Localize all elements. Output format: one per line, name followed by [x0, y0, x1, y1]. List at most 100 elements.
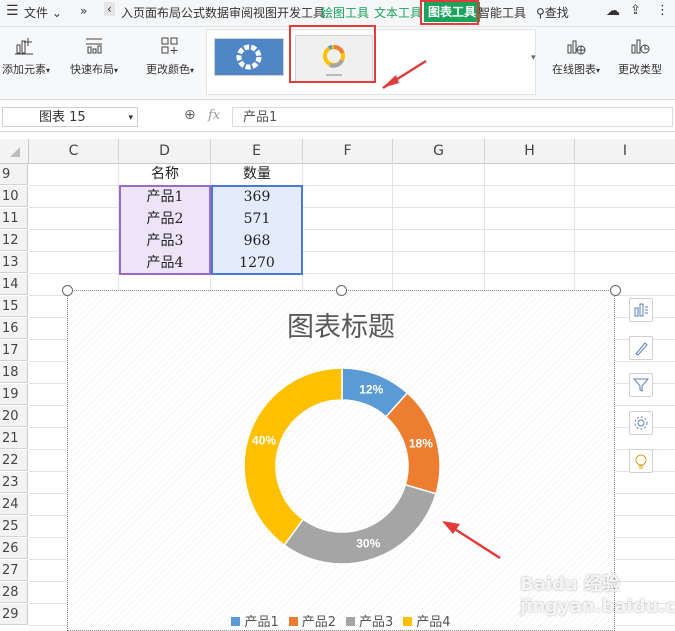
row-header[interactable]: 23	[0, 472, 28, 493]
row-header[interactable]: 11	[0, 208, 28, 229]
column-header-d[interactable]: D	[119, 139, 211, 164]
row-header[interactable]: 25	[0, 516, 28, 537]
quick-layout-button[interactable]: 快速布局▾	[64, 35, 124, 77]
table-cell[interactable]: 产品1	[119, 186, 211, 208]
search-button[interactable]: ⚲查找	[536, 4, 569, 21]
legend-item[interactable]: 产品2	[288, 615, 336, 630]
row-header[interactable]: 21	[0, 428, 28, 449]
chart-filter-button[interactable]	[629, 373, 653, 397]
legend-swatch	[346, 617, 355, 626]
legend-label: 产品1	[244, 615, 279, 630]
search-icon: ⚲	[536, 6, 545, 20]
hamburger-icon[interactable]: ☰	[6, 3, 19, 19]
resize-handle[interactable]	[62, 285, 73, 296]
more-icon[interactable]: ⋮	[656, 3, 669, 18]
change-type-button[interactable]: 更改类型	[614, 35, 666, 77]
cloud-sync-icon[interactable]: ☁	[606, 3, 620, 19]
formula-input[interactable]: 产品1	[232, 107, 673, 127]
resize-handle[interactable]	[610, 285, 621, 296]
add-element-button[interactable]: 添加元素▾	[2, 35, 50, 77]
row-header[interactable]: 14	[0, 274, 28, 295]
chevron-down-icon: ▾	[128, 113, 133, 123]
chart-elements-icon	[634, 303, 648, 317]
legend-item[interactable]: 产品1	[231, 615, 279, 630]
column-header-e[interactable]: E	[211, 139, 303, 164]
legend-label: 产品4	[416, 615, 451, 630]
gallery-more-icon[interactable]: ▾	[531, 53, 536, 63]
resize-handle[interactable]	[336, 285, 347, 296]
chart-tips-button[interactable]	[629, 449, 653, 473]
doughnut-slice[interactable]	[243, 367, 343, 547]
select-all-corner[interactable]	[0, 139, 29, 164]
chart-elements-button[interactable]	[629, 298, 653, 322]
data-label: 40%	[252, 434, 276, 448]
tab-smart-tools[interactable]: 智能工具	[478, 4, 526, 21]
change-color-icon	[161, 37, 178, 54]
more-tabs-button[interactable]: »	[80, 4, 87, 18]
column-header-i[interactable]: I	[575, 139, 675, 164]
row-header[interactable]: 24	[0, 494, 28, 515]
file-menu[interactable]: 文件 ⌄	[24, 4, 62, 21]
row-header[interactable]: 26	[0, 538, 28, 559]
table-cell[interactable]: 产品3	[119, 230, 211, 252]
share-icon[interactable]: ⇪	[630, 3, 641, 18]
tab-drawing-tools[interactable]: 绘图工具	[321, 4, 369, 21]
column-header-c[interactable]: C	[29, 139, 119, 164]
zoom-search-icon[interactable]: ⊕	[184, 107, 196, 123]
row-header[interactable]: 18	[0, 362, 28, 383]
doughnut-slice[interactable]	[283, 483, 437, 565]
row-header[interactable]: 17	[0, 340, 28, 361]
row-header[interactable]: 9	[0, 164, 28, 185]
lightbulb-icon	[635, 454, 647, 469]
legend-label: 产品3	[359, 615, 394, 630]
table-cell[interactable]: 产品2	[119, 208, 211, 230]
row-header[interactable]: 13	[0, 252, 28, 273]
column-header-h[interactable]: H	[485, 139, 575, 164]
legend-item[interactable]: 产品3	[346, 615, 393, 630]
change-color-button[interactable]: 更改颜色▾	[140, 35, 200, 77]
scroll-left-icon[interactable]: ‹	[104, 2, 115, 16]
table-cell[interactable]: 369	[211, 186, 303, 208]
row-header[interactable]: 19	[0, 384, 28, 405]
tab-text-tools[interactable]: 文本工具	[374, 4, 422, 21]
table-cell[interactable]: 571	[211, 208, 303, 230]
chart-style-button[interactable]	[629, 336, 653, 360]
row-header[interactable]: 20	[0, 406, 28, 427]
legend-swatch	[288, 617, 298, 626]
row-header[interactable]: 12	[0, 230, 28, 251]
legend-item[interactable]: 产品4	[403, 615, 451, 630]
row-header[interactable]: 28	[0, 582, 28, 603]
data-label: 12%	[359, 382, 383, 396]
function-icon[interactable]: fx	[208, 108, 220, 123]
add-element-icon	[15, 38, 33, 55]
row-header[interactable]: 15	[0, 296, 28, 317]
filter-icon	[632, 378, 650, 392]
column-header-f[interactable]: F	[303, 139, 393, 164]
chevron-down-icon: ⌄	[51, 6, 62, 20]
chart-tools-highlight	[420, 0, 479, 25]
watermark-logo: Baidu 经验 jingyan.baidu.com	[520, 574, 675, 617]
table-cell[interactable]: 1270	[211, 252, 303, 274]
header-cell-name[interactable]: 名称	[119, 163, 211, 185]
row-header[interactable]: 22	[0, 450, 28, 471]
menu-bar: ☰ 文件 ⌄ » ‹ 入页面布局公式数据审阅视图开发工具 绘图工具 文本工具 图…	[0, 0, 675, 27]
table-cell[interactable]: 968	[211, 230, 303, 252]
gear-icon	[634, 416, 648, 430]
row-header[interactable]: 16	[0, 318, 28, 339]
row-header[interactable]: 27	[0, 560, 28, 581]
name-box[interactable]: 图表 15 ▾	[2, 107, 138, 127]
row-header[interactable]: 10	[0, 186, 28, 207]
tabs-strip[interactable]: 入页面布局公式数据审阅视图开发工具	[121, 4, 325, 21]
grid-spacer	[0, 132, 675, 139]
legend-label: 产品2	[301, 615, 336, 630]
formula-bar: 图表 15 ▾ ⊕ fx 产品1	[0, 105, 675, 132]
legend-swatch	[231, 617, 241, 626]
row-header[interactable]: 29	[0, 604, 28, 625]
column-header-g[interactable]: G	[393, 139, 485, 164]
table-cell[interactable]: 产品4	[119, 252, 211, 274]
chart-style-option-1[interactable]	[214, 38, 284, 76]
chart-tools-ribbon: 添加元素▾ 快速布局▾ 更改颜色▾ ▾ 在线图表▾ 更改类型	[0, 25, 675, 100]
chart-settings-button[interactable]	[629, 411, 653, 435]
header-cell-quantity[interactable]: 数量	[211, 163, 303, 185]
online-chart-button[interactable]: 在线图表▾	[548, 35, 604, 77]
